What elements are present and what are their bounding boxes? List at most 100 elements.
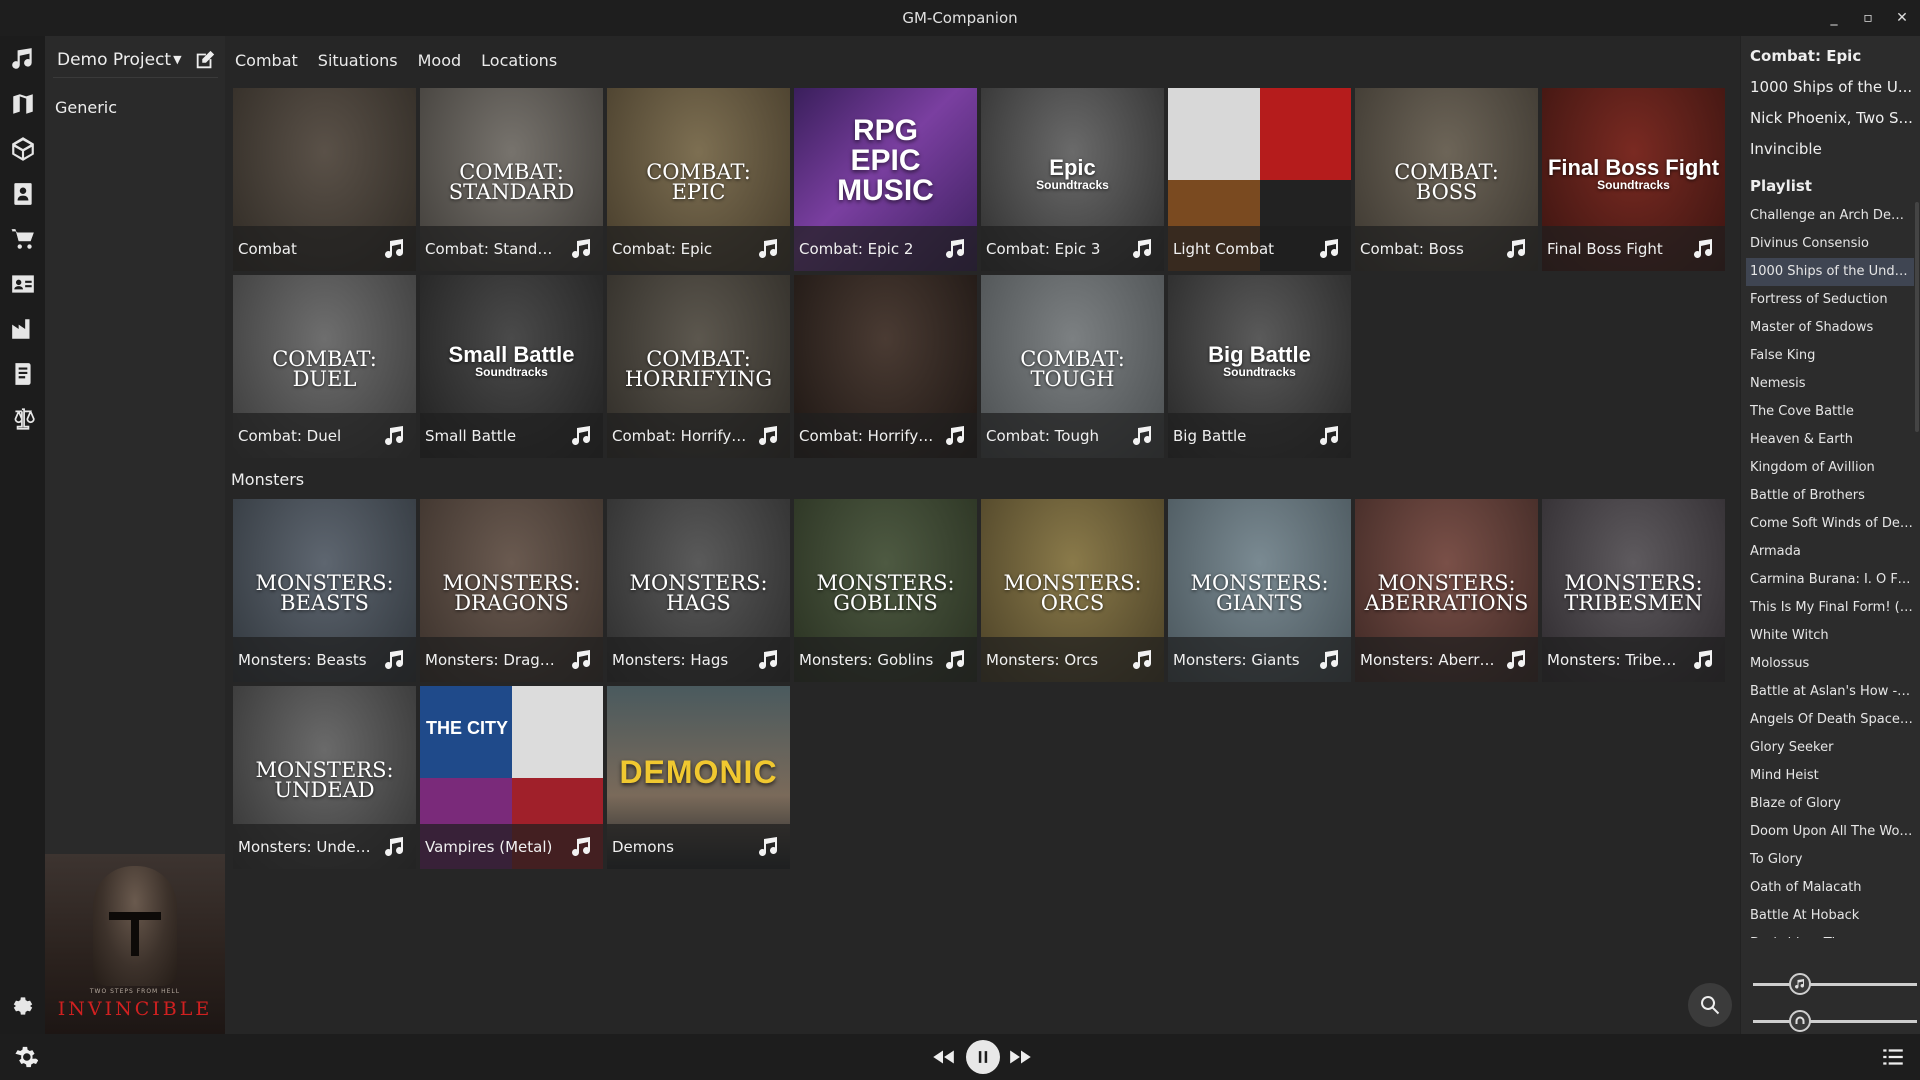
music-note-icon[interactable] [944,237,968,261]
element-tile-vampires-metal[interactable]: THE CITY Vampires (Metal) [420,686,603,869]
playlist-item[interactable]: Battle At Hoback [1746,902,1914,930]
playlist-item[interactable]: Divinus Consensio [1746,230,1914,258]
element-tile-combat-horrifyin[interactable]: Combat: Horrifyin... [794,275,977,458]
gear-icon[interactable] [8,991,38,1021]
playlist-item[interactable]: Darksiders Theme [1746,930,1914,938]
playlist-item[interactable]: 1000 Ships of the Under... [1746,258,1914,286]
playlist-item[interactable]: This Is My Final Form! (f... [1746,594,1914,622]
playlist-item[interactable]: Carmina Burana: I. O Fo... [1746,566,1914,594]
music-note-icon[interactable] [570,424,594,448]
element-tile-combat-tough[interactable]: COMBAT: TOUGH Combat: Tough [981,275,1164,458]
element-tile-combat-horrifying[interactable]: COMBAT: HORRIFYING Combat: Horrifying [607,275,790,458]
sound-volume-handle[interactable] [1789,1010,1811,1032]
element-tile-combat-duel[interactable]: COMBAT: DUEL Combat: Duel [233,275,416,458]
music-note-icon[interactable] [757,424,781,448]
music-icon[interactable] [8,44,38,74]
element-tile-monsters-tribes[interactable]: MONSTERS: TRIBESMEN Monsters: Tribes... [1542,499,1725,682]
element-tile-combat-epic-2[interactable]: RPG EPIC MUSIC Combat: Epic 2 [794,88,977,271]
music-note-icon[interactable] [1692,648,1716,672]
element-tile-big-battle[interactable]: Big Battle Soundtracks Big Battle [1168,275,1351,458]
element-tile-small-battle[interactable]: Small Battle Soundtracks Small Battle [420,275,603,458]
project-selector[interactable]: Demo Project ▼ [53,42,218,78]
playlist-item[interactable]: The Cove Battle [1746,398,1914,426]
chevron-down-icon[interactable]: ▼ [173,53,181,66]
playlist-item[interactable]: Doom Upon All The World [1746,818,1914,846]
pause-button[interactable] [966,1040,1000,1074]
playlist-item[interactable]: Nemesis [1746,370,1914,398]
playlist-item[interactable]: Challenge an Arch Demon [1746,202,1914,230]
element-tile-monsters-orcs[interactable]: MONSTERS: ORCS Monsters: Orcs [981,499,1164,682]
playlist-item[interactable]: Oath of Malacath [1746,874,1914,902]
contacts-icon[interactable] [8,269,38,299]
sound-volume-slider[interactable] [1753,1009,1917,1033]
playlist-item[interactable]: Fortress of Seduction [1746,286,1914,314]
edit-icon[interactable] [194,49,216,71]
music-note-icon[interactable] [944,648,968,672]
playlist-item[interactable]: Battle at Aslan's How - S... [1746,678,1914,706]
music-note-icon[interactable] [757,237,781,261]
element-tile-monsters-beasts[interactable]: MONSTERS: BEASTS Monsters: Beasts [233,499,416,682]
playlist-item[interactable]: Mind Heist [1746,762,1914,790]
playlist-item[interactable]: To Glory [1746,846,1914,874]
element-tile-monsters-dragons[interactable]: MONSTERS: DRAGONS Monsters: Dragons [420,499,603,682]
tab-combat[interactable]: Combat [225,51,308,70]
element-tile-demons[interactable]: DEMONIC Demons [607,686,790,869]
music-note-icon[interactable] [383,835,407,859]
playlist-item[interactable]: Master of Shadows [1746,314,1914,342]
playlist-item[interactable]: Kingdom of Avillion [1746,454,1914,482]
music-note-icon[interactable] [1318,648,1342,672]
element-tile-combat-epic-3[interactable]: Epic Soundtracks Combat: Epic 3 [981,88,1164,271]
playlist-item[interactable]: Blaze of Glory [1746,790,1914,818]
rules-icon[interactable] [8,404,38,434]
element-tile-monsters-hags[interactable]: MONSTERS: HAGS Monsters: Hags [607,499,790,682]
element-tile-combat-boss[interactable]: COMBAT: BOSS Combat: Boss [1355,88,1538,271]
playlist-item[interactable]: Battle of Brothers [1746,482,1914,510]
factory-icon[interactable] [8,314,38,344]
element-tile-monsters-aberrat[interactable]: MONSTERS: ABERRATIONS Monsters: Aberrat..… [1355,499,1538,682]
previous-button[interactable] [928,1042,958,1072]
tab-locations[interactable]: Locations [471,51,567,70]
shop-icon[interactable] [8,224,38,254]
map-icon[interactable] [8,89,38,119]
music-note-icon[interactable] [944,424,968,448]
category-item-generic[interactable]: Generic [55,98,117,117]
music-note-icon[interactable] [757,835,781,859]
character-icon[interactable] [8,179,38,209]
close-button[interactable]: ✕ [1894,10,1910,26]
element-tile-final-boss-fight[interactable]: Final Boss Fight Soundtracks Final Boss Fi… [1542,88,1725,271]
playlist-item[interactable]: Come Soft Winds of Death [1746,510,1914,538]
playlist-item[interactable]: Glory Seeker [1746,734,1914,762]
playlist-item[interactable]: White Witch [1746,622,1914,650]
maximize-button[interactable]: ▫ [1860,10,1876,26]
music-note-icon[interactable] [570,237,594,261]
notes-icon[interactable] [8,359,38,389]
element-tile-monsters-goblins[interactable]: MONSTERS: GOBLINS Monsters: Goblins [794,499,977,682]
element-tile-light-combat[interactable]: Light Combat [1168,88,1351,271]
music-note-icon[interactable] [1505,237,1529,261]
music-volume-handle[interactable] [1789,973,1811,995]
element-tile-combat-standard[interactable]: COMBAT: STANDARD Combat: Standard [420,88,603,271]
element-tile-combat-epic[interactable]: COMBAT: EPIC Combat: Epic [607,88,790,271]
playlist-item[interactable]: Armada [1746,538,1914,566]
music-note-icon[interactable] [383,237,407,261]
music-volume-slider[interactable] [1753,972,1917,996]
music-note-icon[interactable] [1131,237,1155,261]
playlist-item[interactable]: Molossus [1746,650,1914,678]
playlist-item[interactable]: False King [1746,342,1914,370]
element-tile-monsters-giants[interactable]: MONSTERS: GIANTS Monsters: Giants [1168,499,1351,682]
settings-button[interactable] [10,1042,40,1072]
tab-situations[interactable]: Situations [308,51,408,70]
music-note-icon[interactable] [1318,424,1342,448]
playlist-scrollbar[interactable] [1915,202,1919,432]
music-note-icon[interactable] [383,424,407,448]
music-note-icon[interactable] [1318,237,1342,261]
playlist-toggle-button[interactable] [1878,1042,1908,1072]
music-note-icon[interactable] [1505,648,1529,672]
dice-icon[interactable] [8,134,38,164]
search-button[interactable] [1688,983,1732,1027]
element-tile-monsters-undead[interactable]: MONSTERS: UNDEAD Monsters: Undead [233,686,416,869]
music-note-icon[interactable] [1131,424,1155,448]
music-note-icon[interactable] [757,648,781,672]
playlist-item[interactable]: Heaven & Earth [1746,426,1914,454]
next-button[interactable] [1006,1042,1036,1072]
